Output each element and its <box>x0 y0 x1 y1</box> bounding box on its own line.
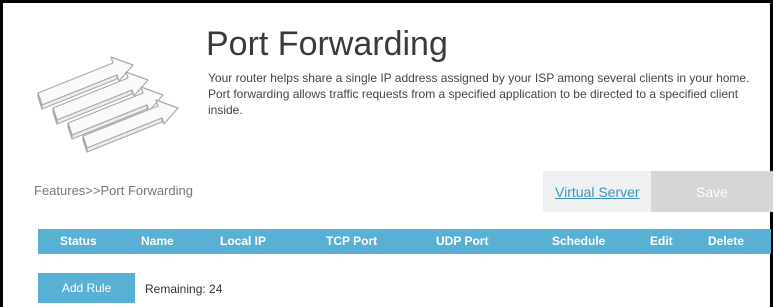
rules-table-header: Status Name Local IP TCP Port UDP Port S… <box>38 229 771 254</box>
page-description: Your router helps share a single IP addr… <box>208 71 750 117</box>
column-header-delete: Delete <box>708 234 745 248</box>
breadcrumb: Features>>Port Forwarding <box>34 183 193 198</box>
virtual-server-link[interactable]: Virtual Server <box>555 184 640 200</box>
page-title: Port Forwarding <box>206 25 448 63</box>
column-header-edit: Edit <box>650 234 673 248</box>
column-header-tcp-port: TCP Port <box>326 234 378 248</box>
column-header-status: Status <box>60 234 97 248</box>
add-rule-button[interactable]: Add Rule <box>38 273 135 303</box>
column-header-udp-port: UDP Port <box>436 234 489 248</box>
port-forwarding-arrows-icon <box>33 53 193 153</box>
remaining-rules-count: Remaining: 24 <box>145 282 223 296</box>
column-header-name: Name <box>141 234 174 248</box>
column-header-schedule: Schedule <box>552 234 606 248</box>
column-header-local-ip: Local IP <box>220 234 267 248</box>
save-button[interactable]: Save <box>651 171 773 212</box>
port-forwarding-panel: Port Forwarding Your router helps share … <box>0 0 773 307</box>
